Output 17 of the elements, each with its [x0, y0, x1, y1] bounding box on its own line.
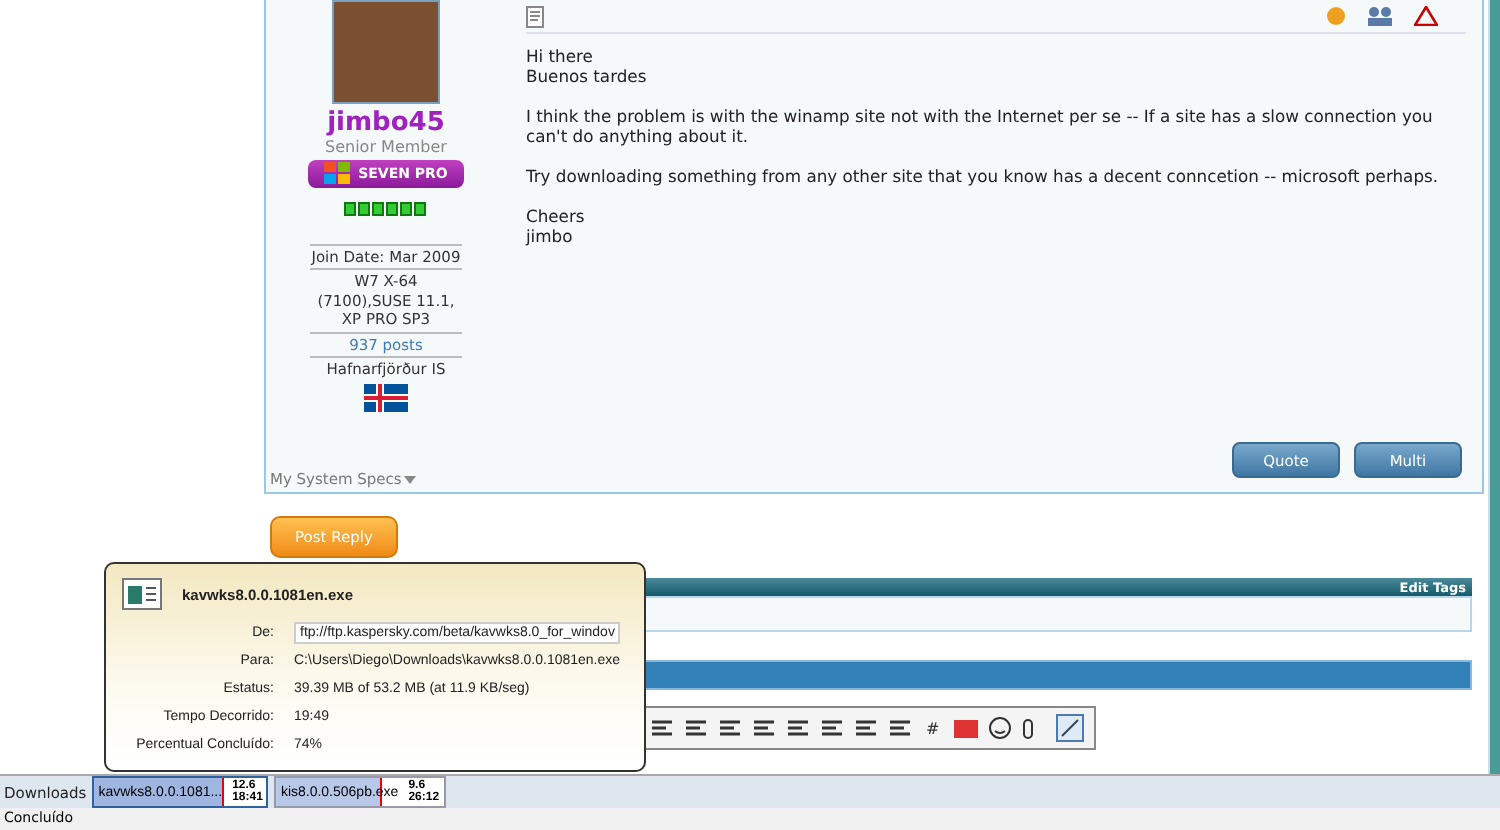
dropdown-arrow-icon [403, 475, 416, 483]
post-message: Hi there Buenos tardes I think the problem is with the winamp site not with the Internet per se -- If a site has a slow connection you can't do anything about it. Try downloading something from any other site that you know has a decent conncetion -- microsoft perhaps. Cheers jimbo [525, 46, 1441, 248]
username-link[interactable]: jimbo45 [327, 108, 445, 138]
photo-placeholder [331, 0, 440, 104]
flag-icon [363, 384, 408, 413]
hashtag-button[interactable]: # [921, 719, 944, 737]
windows-logo-icon [324, 162, 353, 186]
people-icon [1365, 6, 1394, 26]
switch-mode-icon[interactable] [1055, 714, 1084, 742]
align-center-icon[interactable] [649, 717, 674, 739]
user-title: Senior Member [325, 138, 447, 156]
document-icon [525, 5, 544, 27]
attachment-icon[interactable] [1021, 717, 1034, 739]
file-icon [122, 578, 162, 610]
align-right-icon[interactable] [683, 717, 708, 739]
warning-icon [1413, 6, 1438, 26]
reputation-drawing [344, 202, 427, 216]
